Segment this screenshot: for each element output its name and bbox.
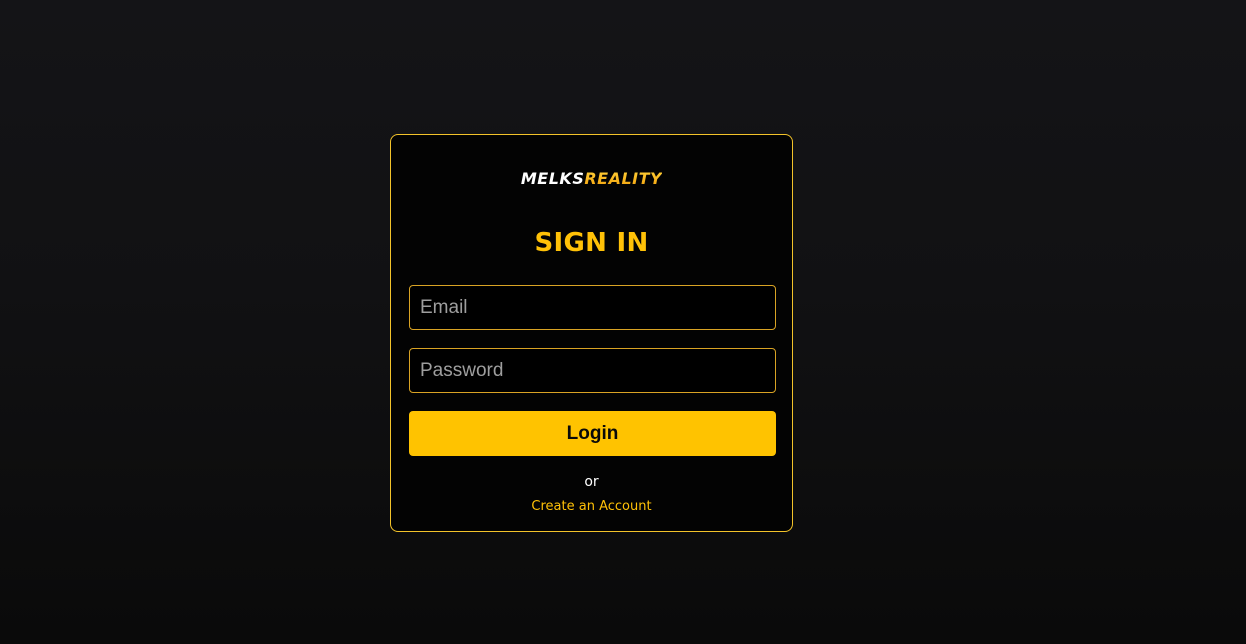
brand-logo: MELKSREALITY	[391, 168, 792, 190]
create-account-link[interactable]: Create an Account	[391, 498, 792, 516]
signin-card: MELKSREALITY SIGN IN Login or Create an …	[390, 134, 793, 532]
login-button[interactable]: Login	[409, 411, 776, 456]
or-divider-text: or	[584, 474, 599, 490]
email-field[interactable]	[409, 285, 776, 330]
page-title: SIGN IN	[534, 228, 649, 258]
logo-text-accent: REALITY	[584, 169, 663, 188]
logo-text-primary: MELKS	[520, 169, 585, 188]
password-field[interactable]	[409, 348, 776, 393]
